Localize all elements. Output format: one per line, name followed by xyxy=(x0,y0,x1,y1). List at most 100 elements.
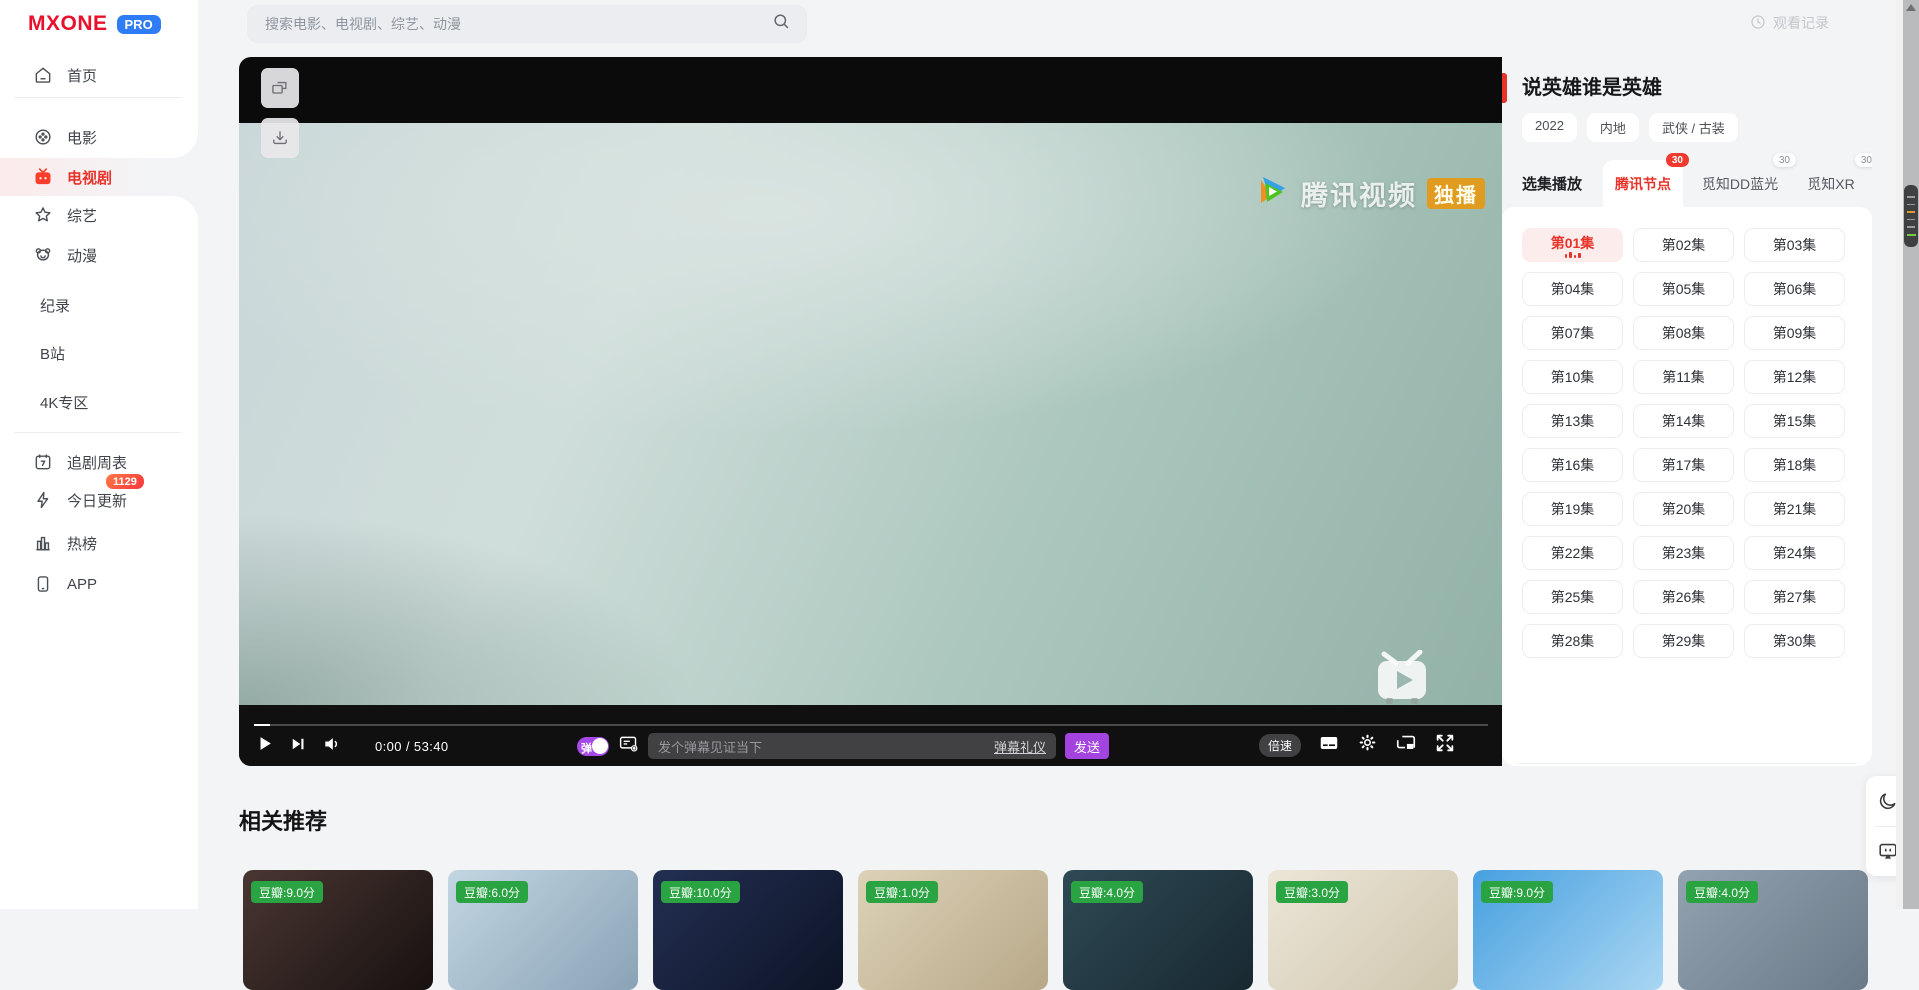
related-card-8[interactable]: 豆瓣:4.0分 xyxy=(1678,870,1868,990)
sidebar-item-4[interactable]: 综艺 xyxy=(0,196,198,234)
film-icon xyxy=(33,127,53,147)
episode-button-23[interactable]: 第23集 xyxy=(1633,536,1734,570)
danmaku-etiquette-link[interactable]: 弹幕礼仪 xyxy=(994,737,1046,756)
related-card-5[interactable]: 豆瓣:4.0分 xyxy=(1063,870,1253,990)
progress-bar[interactable] xyxy=(254,724,1488,726)
pip-icon[interactable] xyxy=(1395,732,1417,759)
episode-button-18[interactable]: 第18集 xyxy=(1744,448,1845,482)
episode-button-22[interactable]: 第22集 xyxy=(1522,536,1623,570)
related-card-2[interactable]: 豆瓣:6.0分 xyxy=(448,870,638,990)
related-card-1[interactable]: 豆瓣:9.0分 xyxy=(243,870,433,990)
scrollbar[interactable] xyxy=(1903,0,1919,909)
episode-button-24[interactable]: 第24集 xyxy=(1744,536,1845,570)
episode-button-28[interactable]: 第28集 xyxy=(1522,624,1623,658)
episode-button-8[interactable]: 第08集 xyxy=(1633,316,1734,350)
show-tag[interactable]: 2022 xyxy=(1522,113,1577,142)
danmaku-toggle-label: 弹 xyxy=(581,740,592,756)
download-button[interactable] xyxy=(261,118,299,158)
episode-label: 第05集 xyxy=(1662,279,1706,299)
playback-speed-button[interactable]: 倍速 xyxy=(1259,734,1301,757)
source-tab-2[interactable]: 觅知DD蓝光30 xyxy=(1690,160,1790,207)
sidebar-item-1[interactable]: 首页 xyxy=(0,56,198,94)
episode-button-11[interactable]: 第11集 xyxy=(1633,360,1734,394)
episode-label: 第03集 xyxy=(1773,235,1817,255)
episode-button-12[interactable]: 第12集 xyxy=(1744,360,1845,394)
sidebar-item-3[interactable]: 电视剧 xyxy=(0,158,198,196)
episode-label: 第20集 xyxy=(1662,499,1706,519)
search-input[interactable]: 搜索电影、电视剧、综艺、动漫 xyxy=(247,5,807,43)
sidebar-item-12[interactable]: APP xyxy=(0,565,198,603)
episode-button-5[interactable]: 第05集 xyxy=(1633,272,1734,306)
episode-button-26[interactable]: 第26集 xyxy=(1633,580,1734,614)
episode-button-7[interactable]: 第07集 xyxy=(1522,316,1623,350)
sidebar-item-9[interactable]: 追剧周表 xyxy=(0,443,198,481)
source-tab-3[interactable]: 觅知XR30 xyxy=(1790,160,1872,207)
episode-button-9[interactable]: 第09集 xyxy=(1744,316,1845,350)
danmaku-settings-icon[interactable] xyxy=(618,733,639,759)
sidebar-item-label: 首页 xyxy=(67,65,97,86)
episode-label: 第15集 xyxy=(1773,411,1817,431)
episode-button-30[interactable]: 第30集 xyxy=(1744,624,1845,658)
episode-button-13[interactable]: 第13集 xyxy=(1522,404,1623,438)
related-card-4[interactable]: 豆瓣:1.0分 xyxy=(858,870,1048,990)
sidebar-item-10[interactable]: 今日更新1129 xyxy=(0,481,198,519)
episode-button-29[interactable]: 第29集 xyxy=(1633,624,1734,658)
episode-button-20[interactable]: 第20集 xyxy=(1633,492,1734,526)
episode-button-10[interactable]: 第10集 xyxy=(1522,360,1623,394)
episode-button-21[interactable]: 第21集 xyxy=(1744,492,1845,526)
episode-label: 第12集 xyxy=(1773,367,1817,387)
danmaku-toggle[interactable]: 弹 xyxy=(577,737,609,756)
related-card-3[interactable]: 豆瓣:10.0分 xyxy=(653,870,843,990)
sidebar-item-7[interactable]: B站 xyxy=(0,334,198,372)
title-accent-bar xyxy=(1502,73,1507,103)
send-danmaku-button[interactable]: 发送 xyxy=(1065,733,1109,759)
episode-button-25[interactable]: 第25集 xyxy=(1522,580,1623,614)
episode-label: 第26集 xyxy=(1662,587,1706,607)
episode-button-2[interactable]: 第02集 xyxy=(1633,228,1734,262)
episode-button-15[interactable]: 第15集 xyxy=(1744,404,1845,438)
episode-button-27[interactable]: 第27集 xyxy=(1744,580,1845,614)
source-tab-1[interactable]: 腾讯节点30 xyxy=(1603,160,1683,207)
subtitle-list-icon[interactable] xyxy=(1318,732,1340,759)
brand-logo[interactable]: MXONE PRO xyxy=(28,12,161,36)
episode-button-17[interactable]: 第17集 xyxy=(1633,448,1734,482)
episode-grid: 第01集第02集 第03集第04集 第05集 第06集第07集 第08集第09集第10集… xyxy=(1522,228,1845,658)
episode-button-16[interactable]: 第16集 xyxy=(1522,448,1623,482)
danmaku-input[interactable]: 发个弹幕见证当下 弹幕礼仪 xyxy=(648,733,1056,759)
episode-button-3[interactable]: 第03集 xyxy=(1744,228,1845,262)
scrollbar-up-arrow[interactable] xyxy=(1906,4,1916,11)
next-episode-button[interactable] xyxy=(289,735,307,758)
episode-button-4[interactable]: 第04集 xyxy=(1522,272,1623,306)
episode-label: 第14集 xyxy=(1662,411,1706,431)
sidebar-item-11[interactable]: 热榜 xyxy=(0,524,198,562)
show-tag[interactable]: 武侠 / 古装 xyxy=(1649,113,1738,142)
settings-gear-icon[interactable] xyxy=(1357,732,1378,758)
episode-label: 第29集 xyxy=(1662,631,1706,651)
episode-button-19[interactable]: 第19集 xyxy=(1522,492,1623,526)
fullscreen-icon[interactable] xyxy=(1434,732,1456,759)
related-card-6[interactable]: 豆瓣:3.0分 xyxy=(1268,870,1458,990)
episode-label: 第30集 xyxy=(1773,631,1817,651)
volume-button[interactable] xyxy=(322,734,342,759)
episode-button-6[interactable]: 第06集 xyxy=(1744,272,1845,306)
sidebar-item-6[interactable]: 纪录 xyxy=(0,286,198,324)
douban-rating-badge: 豆瓣:4.0分 xyxy=(1071,881,1143,903)
related-card-7[interactable]: 豆瓣:9.0分 xyxy=(1473,870,1663,990)
show-tag[interactable]: 内地 xyxy=(1587,113,1639,142)
popout-button[interactable] xyxy=(261,68,299,108)
episode-label: 第07集 xyxy=(1551,323,1595,343)
danmaku-placeholder: 发个弹幕见证当下 xyxy=(658,737,762,756)
douban-rating-badge: 豆瓣:1.0分 xyxy=(866,881,938,903)
sidebar-item-5[interactable]: 动漫 xyxy=(0,236,198,274)
episode-label: 第11集 xyxy=(1662,367,1705,387)
episode-button-1[interactable]: 第01集 xyxy=(1522,228,1623,262)
video-player[interactable]: 腾讯视频 独播 0:00 / 53:40 xyxy=(239,57,1502,766)
play-button[interactable] xyxy=(255,734,274,758)
douban-rating-badge: 豆瓣:3.0分 xyxy=(1276,881,1348,903)
sidebar-item-2[interactable]: 电影 xyxy=(0,118,198,156)
episode-label: 第27集 xyxy=(1773,587,1817,607)
episode-button-14[interactable]: 第14集 xyxy=(1633,404,1734,438)
sidebar-item-label: 电视剧 xyxy=(67,167,112,188)
sidebar-item-8[interactable]: 4K专区 xyxy=(0,383,198,421)
watch-history-button[interactable]: 观看记录 xyxy=(1750,13,1829,33)
